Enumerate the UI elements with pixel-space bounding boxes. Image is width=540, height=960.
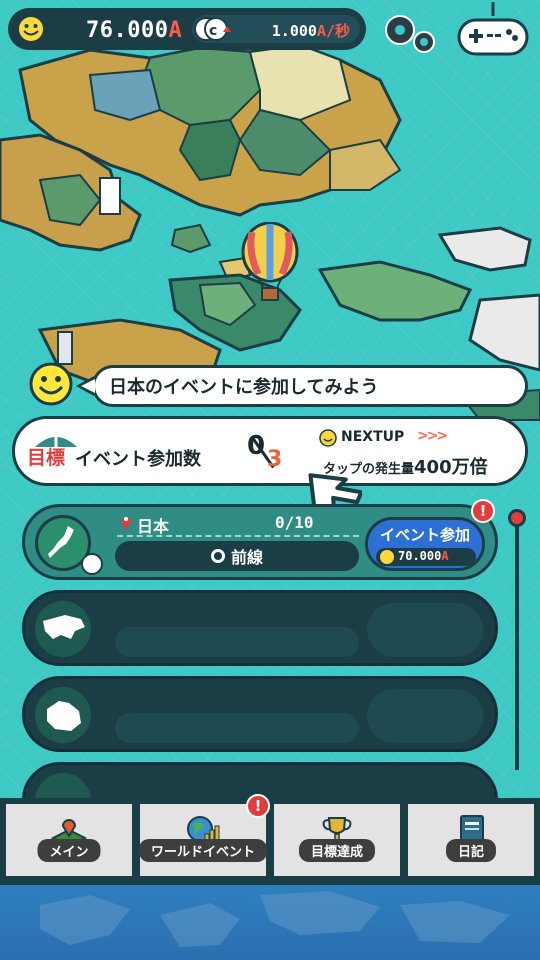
svg-text:c: c [209,23,217,39]
next-smile-icon [319,429,337,447]
next-up-arrows: >>> [417,428,448,444]
region-progress: 0/10 [275,513,314,532]
region-divider [117,535,359,537]
nav-main-label: メイン [37,839,101,862]
region-line: 前線 [115,541,359,571]
scroll-thumb[interactable] [508,509,526,527]
mascot-smile-icon [29,362,73,406]
join-event-button[interactable]: イベント参加 70.000A [365,517,485,571]
next-up-label: NEXTUP [341,429,405,445]
region-alert-badge: ! [471,499,495,523]
money-unit: A [168,18,183,43]
nav-goals-label: 目標達成 [298,839,376,862]
money-value: 76.000 [86,18,169,43]
settings-gear-icon[interactable] [380,10,440,60]
goal-card[interactable]: 目標 イベント参加数 0 3 NEXTUP >>> タップの発生量400万倍 [12,416,528,486]
nav-goals[interactable]: 目標達成 [272,802,402,878]
balloon-icon[interactable] [240,222,300,304]
speech-text: 日本のイベントに参加してみよう [109,377,379,398]
join-event-label: イベント参加 [379,526,470,544]
nav-world-event-label: ワールドイベント [138,839,268,862]
income-coin-icon: c [194,17,231,41]
rate-value: 1.000 [271,22,317,40]
australia-map-icon [47,701,81,731]
goal-name: イベント参加数 [75,449,201,470]
cost-coin-icon [380,550,394,564]
goal-progress: 0 3 [243,425,293,481]
nav-world-event[interactable]: ワールドイベント ! [138,794,270,878]
location-pin-icon [121,517,131,530]
scroll-track[interactable] [515,525,519,770]
smile-coin-icon [17,15,45,43]
locked-button-slot [367,689,483,743]
money-display: 76.000A [86,18,182,43]
cost-value: 70.000 [398,549,442,563]
income-rate: 1.000A/秒 [272,20,350,41]
world-silhouette [40,891,510,947]
asia-map-icon [43,615,85,639]
tutorial-speech-bubble: 日本のイベントに参加してみよう [92,365,528,407]
income-rate-chip: c 1.000A/秒 [192,15,360,43]
bottom-navigation: メイン ワールドイベント ! 目標達成 日記 [0,794,540,882]
nav-main[interactable]: メイン [4,802,134,878]
currency-bar: 76.000A c 1.000A/秒 [8,8,366,50]
oceania-globe-icon [35,687,91,743]
line-circle-icon [210,549,225,563]
region-card-japan[interactable]: 日本 0/10 前線 イベント参加 70.000A ! [22,499,498,580]
locked-bar [115,627,359,657]
goal-progress-section: 目標 イベント参加数 0 3 [15,419,305,483]
rate-unit: A/秒 [316,22,350,40]
goal-target-label: 目標 [27,447,66,469]
join-event-cost: 70.000A [376,548,476,566]
cost-display: 70.000A [398,549,449,563]
nav-diary[interactable]: 日記 [406,802,536,878]
bubble-tail-inner [81,379,95,393]
region-card-locked-oceania[interactable] [22,676,498,752]
locked-button-slot [367,603,483,657]
next-desc-value: 400万倍 [414,457,488,478]
region-line-name: 前線 [230,548,263,567]
cost-unit: A [441,549,449,563]
game-screen: 76.000A c 1.000A/秒 日本のイベントに参加してみよう 目標 イベ… [0,0,540,960]
region-name: 日本 [137,517,170,536]
asia-globe-icon [35,601,91,657]
bottom-world-map [0,882,540,960]
nav-world-event-alert: ! [246,794,270,818]
gamepad-icon[interactable] [455,2,531,62]
tv-ad-icon [81,553,103,575]
locked-bar [115,713,359,743]
goal-total: 3 [267,447,283,472]
region-card-locked-asia[interactable] [22,590,498,666]
nav-diary-label: 日記 [445,839,497,862]
